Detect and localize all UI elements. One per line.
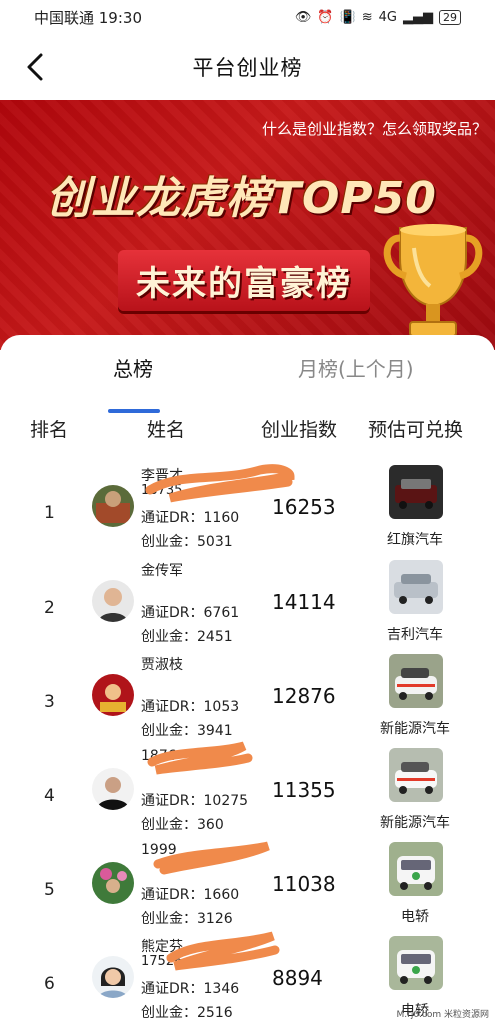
banner-subtitle: 未来的富豪榜 [136, 264, 352, 304]
carrier-time: 中国联通 19:30 [34, 8, 142, 27]
entrepreneur-index: 16253 [272, 495, 336, 519]
signal-bars-icon: ▂▄▆ [403, 9, 433, 25]
user-fund: 创业金：3126 [141, 911, 233, 927]
prize-name: 红旗汽车 [387, 532, 443, 548]
avatar [92, 768, 134, 810]
back-button[interactable] [18, 50, 52, 84]
user-name: 李晋才 [141, 468, 183, 484]
user-dr: 通证DR：6761 [141, 605, 240, 621]
entrepreneur-index: 11355 [272, 778, 336, 802]
avatar [92, 674, 134, 716]
user-dr: 通证DR：1346 [141, 981, 240, 997]
status-icons: 👁 ⏰ 📳 ≋ 4G ▂▄▆ 29 [294, 9, 461, 25]
trophy-icon [383, 224, 483, 337]
banner-title: 创业龙虎榜TOP50 [46, 173, 437, 224]
user-fund: 创业金：3941 [141, 723, 233, 739]
rank-number: 5 [44, 880, 55, 900]
banner-subtitle-box: 未来的富豪榜 [118, 250, 370, 311]
hero-banner: 什么是创业指数？怎么领取奖品？ 创业龙虎榜TOP50 未来的富豪榜 [0, 100, 495, 350]
prize-name: 新能源汽车 [380, 721, 450, 737]
user-dr: 通证DR：1660 [141, 887, 240, 903]
prize-name: 吉利汽车 [387, 627, 443, 643]
alarm-icon: ⏰ [317, 9, 334, 25]
column-header-name: 姓名 [147, 419, 186, 441]
user-fund: 创业金：5031 [141, 534, 233, 550]
user-dr: 通证DR：1053 [141, 699, 240, 715]
eye-icon: 👁 [294, 9, 312, 25]
table-row[interactable]: 5 1999 通证DR：1660 创业金：3126 11038 电轿 [0, 842, 495, 936]
user-name: 熊定芬 [141, 939, 183, 955]
table-row[interactable]: 1 李晋才 18735 通证DR：1160 创业金：5031 16253 红旗汽… [0, 465, 495, 559]
column-header-prize: 预估可兑换 [368, 419, 464, 441]
signal-label: 4G [378, 9, 397, 25]
vibrate-icon: 📳 [339, 9, 356, 25]
rank-number: 2 [44, 598, 55, 618]
prize-image [389, 465, 443, 519]
user-fund: 创业金：360 [141, 817, 224, 833]
help-link[interactable]: 什么是创业指数？怎么领取奖品？ [262, 118, 487, 139]
prize-image [389, 842, 443, 896]
table-row[interactable]: 2 金传军 通证DR：6761 创业金：2451 14114 吉利汽车 [0, 560, 495, 654]
table-row[interactable]: 4 1876 通证DR：10275 创业金：360 11355 新能源汽车 [0, 748, 495, 842]
entrepreneur-index: 8894 [272, 966, 323, 990]
user-name: 金传军 [141, 563, 183, 579]
avatar [92, 956, 134, 998]
column-header-index: 创业指数 [261, 419, 338, 441]
prize-image [389, 654, 443, 708]
entrepreneur-index: 14114 [272, 590, 336, 614]
rank-number: 1 [44, 503, 55, 523]
tab-active-indicator [108, 409, 160, 413]
user-name: 贾淑枝 [141, 657, 183, 673]
entrepreneur-index: 12876 [272, 684, 336, 708]
user-fund: 创业金：2451 [141, 629, 233, 645]
page-title: 平台创业榜 [192, 56, 303, 80]
prize-name: 新能源汽车 [380, 815, 450, 831]
rank-number: 4 [44, 786, 55, 806]
column-header-rank: 排名 [30, 419, 69, 441]
prize-image [389, 748, 443, 802]
prize-image [389, 560, 443, 614]
wifi-icon: ≋ [361, 9, 373, 25]
nav-bar: 平台创业榜 [0, 34, 495, 100]
avatar [92, 580, 134, 622]
rank-number: 3 [44, 692, 55, 712]
prize-name: 电轿 [401, 909, 429, 925]
prize-image [389, 936, 443, 990]
avatar [92, 862, 134, 904]
user-phone: 18735 [141, 483, 183, 498]
user-dr: 通证DR：1160 [141, 510, 240, 526]
status-bar: 中国联通 19:30 👁 ⏰ 📳 ≋ 4G ▂▄▆ 29 [0, 0, 495, 34]
user-name: 1999 [141, 842, 177, 858]
chevron-left-icon [27, 53, 43, 81]
tab-total[interactable]: 总榜 [113, 353, 153, 382]
entrepreneur-index: 11038 [272, 872, 336, 896]
user-name: 1876 [141, 748, 177, 764]
user-fund: 创业金：2516 [141, 1005, 233, 1021]
watermark: M.rj0.com 米粒资源网 [396, 1010, 490, 1020]
tab-monthly[interactable]: 月榜(上个月) [298, 353, 414, 382]
user-phone: 17526 [141, 954, 183, 969]
avatar [92, 485, 134, 527]
user-dr: 通证DR：10275 [141, 793, 249, 809]
rank-number: 6 [44, 974, 55, 994]
tab-bar: 总榜 月榜(上个月) [0, 353, 495, 413]
table-row[interactable]: 3 贾淑枝 通证DR：1053 创业金：3941 12876 新能源汽车 [0, 654, 495, 748]
battery-icon: 29 [439, 9, 461, 25]
